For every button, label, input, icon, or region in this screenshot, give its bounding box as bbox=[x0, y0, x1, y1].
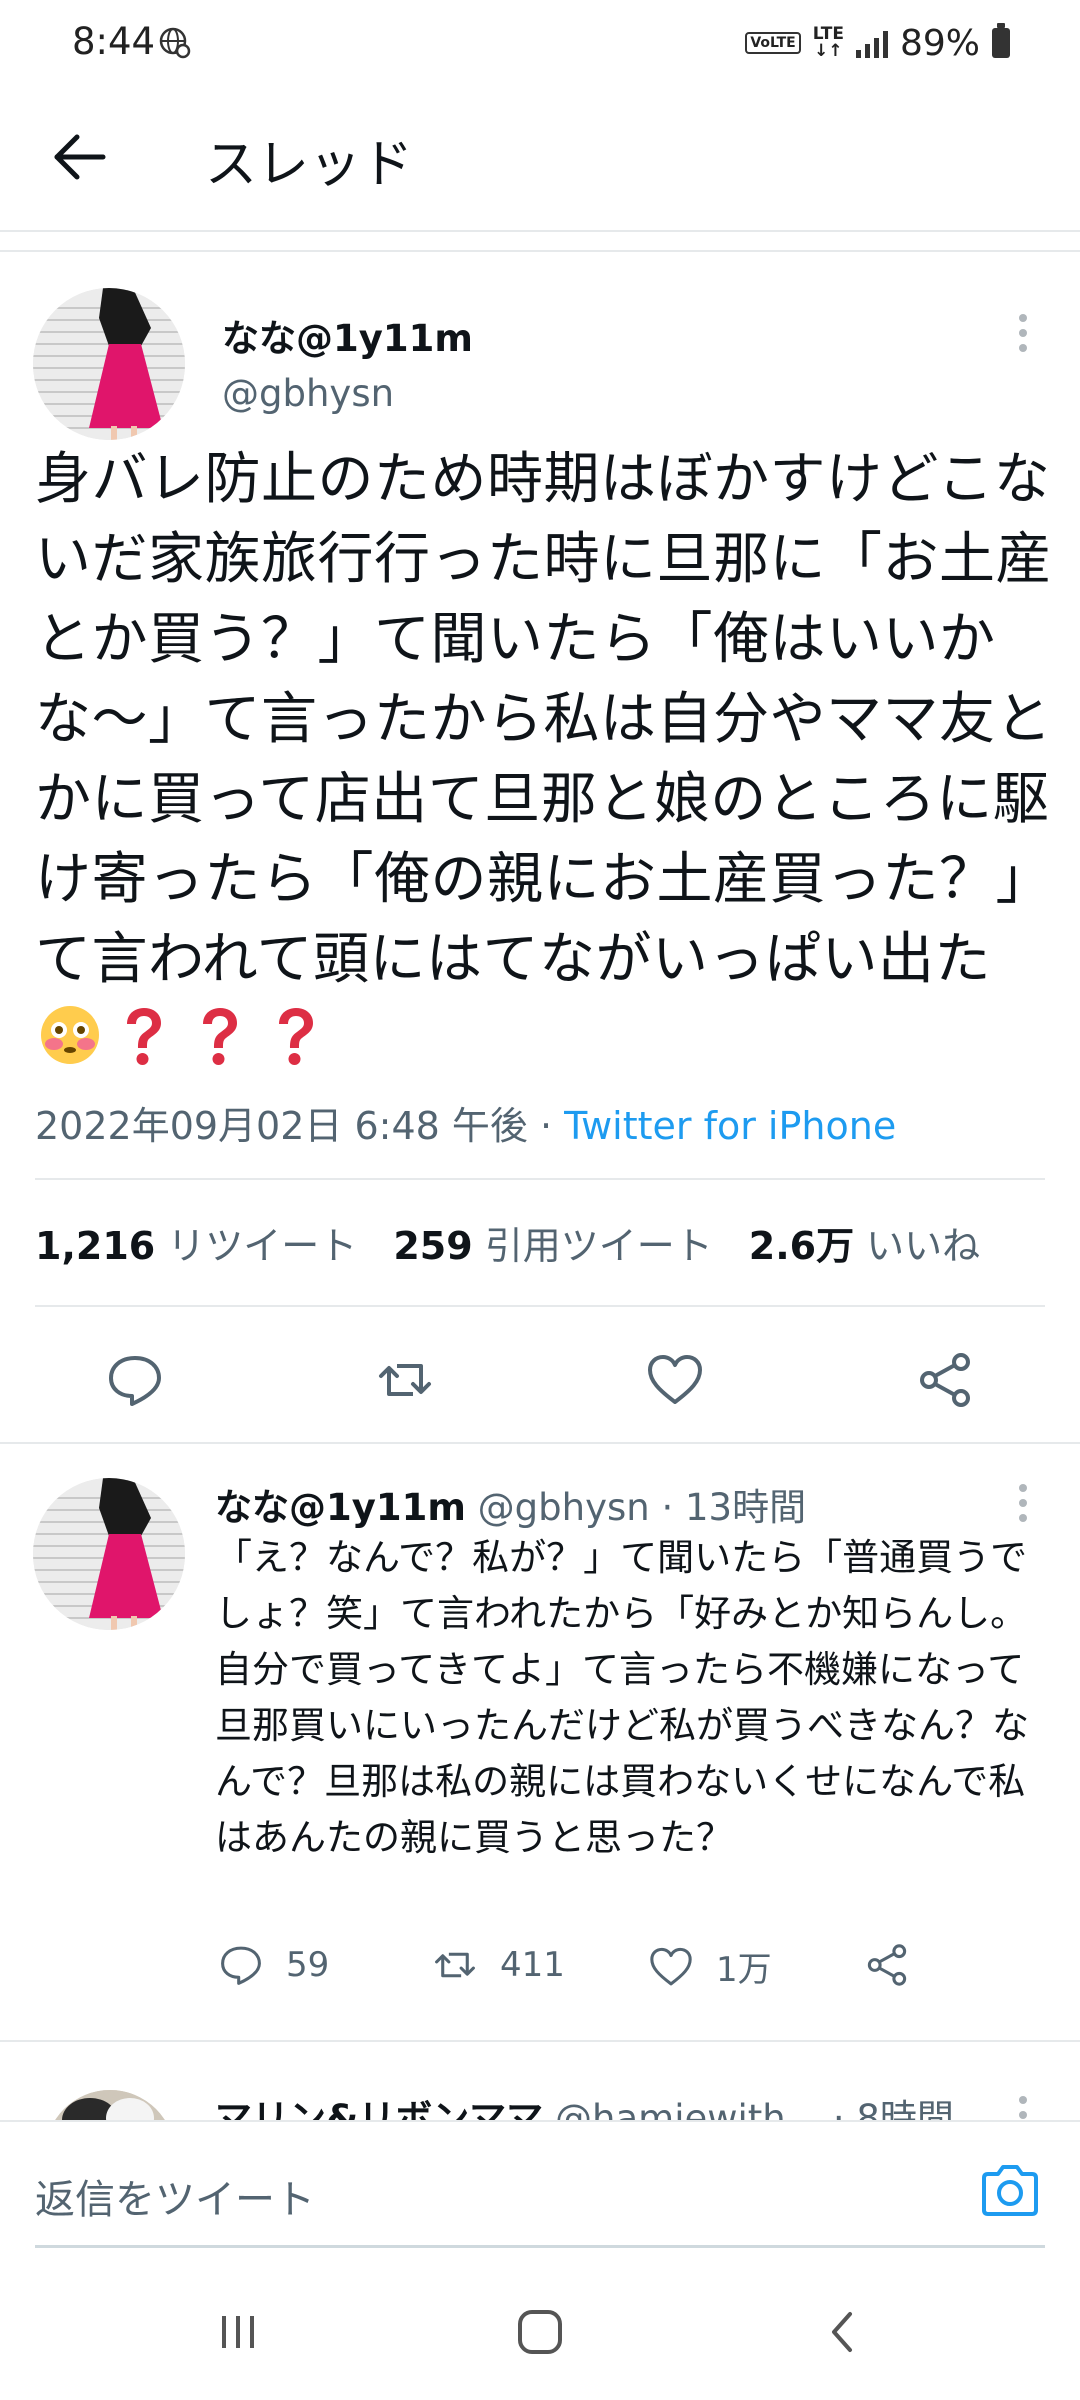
arrow-left-icon[interactable] bbox=[45, 122, 115, 192]
avatar-image bbox=[33, 1478, 185, 1630]
share-icon bbox=[867, 1944, 907, 1986]
divider bbox=[0, 250, 1080, 252]
divider bbox=[35, 1178, 1045, 1180]
reply-author-name[interactable]: なな@1y11m bbox=[215, 1486, 466, 1529]
reply-retweet-button[interactable]: 411 bbox=[432, 1942, 565, 1988]
avatar-image bbox=[45, 2090, 175, 2120]
retweet-icon[interactable] bbox=[375, 1350, 435, 1410]
author-handle[interactable]: @gbhysn bbox=[222, 372, 394, 415]
back-icon[interactable] bbox=[812, 2302, 872, 2362]
input-underline bbox=[35, 2245, 1045, 2248]
more-options-icon[interactable] bbox=[1008, 308, 1038, 358]
home-icon[interactable] bbox=[510, 2302, 570, 2362]
page-title: スレッド bbox=[205, 135, 414, 195]
next-time: · 8時間 bbox=[832, 2097, 954, 2120]
retweet-count: 411 bbox=[500, 1945, 565, 1985]
like-icon[interactable] bbox=[645, 1350, 705, 1410]
divider bbox=[0, 1442, 1080, 1444]
likes-stat[interactable]: 2.6万 いいね bbox=[749, 1224, 980, 1268]
reply-time: · 13時間 bbox=[661, 1486, 807, 1529]
avatar[interactable] bbox=[33, 1478, 185, 1630]
reply-reply-button[interactable]: 59 bbox=[218, 1942, 329, 1988]
divider bbox=[0, 2040, 1080, 2042]
reply-share-button[interactable] bbox=[864, 1942, 910, 1988]
quotes-stat[interactable]: 259 引用ツイート bbox=[393, 1224, 712, 1268]
more-options-icon[interactable] bbox=[1008, 2090, 1038, 2120]
like-count: 1万 bbox=[716, 1950, 772, 1990]
retweets-stat[interactable]: 1,216 リツイート bbox=[35, 1224, 357, 1268]
tweet-text: 身バレ防止のため時期はぼかすけどこないだ家族旅行行った時に旦那に「お土産とか買う… bbox=[35, 440, 1055, 1080]
tweet-meta: 2022年09月02日 6:48 午後 · Twitter for iPhone bbox=[35, 1095, 896, 1150]
next-author-name[interactable]: マリン&リボンママ bbox=[215, 2097, 543, 2120]
status-time: 8:44 bbox=[72, 20, 156, 63]
next-author-handle: @hamiewith... bbox=[555, 2097, 822, 2120]
globe-icon bbox=[159, 27, 191, 59]
more-options-icon[interactable] bbox=[1008, 1478, 1038, 1528]
next-author-line[interactable]: マリン&リボンママ @hamiewith... · 8時間 bbox=[215, 2088, 954, 2120]
reply-author-line[interactable]: なな@1y11m @gbhysn · 13時間 bbox=[215, 1477, 806, 1531]
tweet-timestamp: 2022年09月02日 6:48 午後 bbox=[35, 1104, 528, 1148]
reply-icon[interactable] bbox=[105, 1350, 165, 1410]
reply-count: 59 bbox=[286, 1945, 330, 1985]
flushed-face-emoji bbox=[41, 1006, 99, 1064]
divider bbox=[0, 230, 1080, 232]
tweet-source-link[interactable]: Twitter for iPhone bbox=[564, 1104, 896, 1148]
share-icon[interactable] bbox=[915, 1350, 975, 1410]
avatar-image bbox=[33, 288, 185, 440]
avatar[interactable] bbox=[45, 2090, 175, 2120]
question-mark-emoji bbox=[127, 1008, 161, 1065]
question-mark-emoji bbox=[203, 1008, 237, 1065]
author-name[interactable]: なな@1y11m bbox=[222, 308, 473, 362]
avatar[interactable] bbox=[33, 288, 185, 440]
like-icon bbox=[650, 1947, 692, 1985]
status-indicators: VoLTE LTE ↓↑ 89% bbox=[745, 18, 1010, 68]
reply-author-handle: @gbhysn bbox=[477, 1486, 650, 1529]
tweet-actions bbox=[0, 1340, 1080, 1420]
battery-icon bbox=[992, 23, 1010, 58]
camera-icon[interactable] bbox=[978, 2160, 1042, 2220]
question-mark-emoji bbox=[279, 1008, 313, 1065]
compose-bar: 返信をツイート bbox=[0, 2120, 1080, 2260]
signal-icon bbox=[855, 28, 888, 58]
reply-text: 「え？なんで？私が？」て聞いたら「普通買うでしょ？笑」て言われたから「好みとか知… bbox=[215, 1536, 1029, 1859]
app-bar: スレッド bbox=[0, 100, 1080, 220]
volte-badge: VoLTE bbox=[745, 32, 801, 54]
lte-label: LTE ↓↑ bbox=[812, 24, 844, 61]
divider bbox=[35, 1305, 1045, 1307]
reply-input[interactable]: 返信をツイート bbox=[35, 2167, 315, 2225]
next-tweet-peek[interactable]: マリン&リボンママ @hamiewith... · 8時間 bbox=[0, 2078, 1080, 2120]
retweet-icon bbox=[435, 1952, 475, 1978]
battery-percent: 89% bbox=[899, 22, 980, 64]
meta-separator: · bbox=[527, 1104, 565, 1148]
recents-icon[interactable] bbox=[208, 2302, 268, 2362]
system-nav-bar bbox=[0, 2260, 1080, 2400]
reply-actions: 59 411 1万 bbox=[0, 1942, 1080, 2002]
reply-icon bbox=[221, 1946, 261, 1985]
status-bar: 8:44 VoLTE LTE ↓↑ 89% bbox=[0, 0, 1080, 90]
tweet-stats: 1,216 リツイート 259 引用ツイート 2.6万 いいね bbox=[35, 1215, 980, 1270]
reply-like-button[interactable]: 1万 bbox=[648, 1942, 772, 1991]
